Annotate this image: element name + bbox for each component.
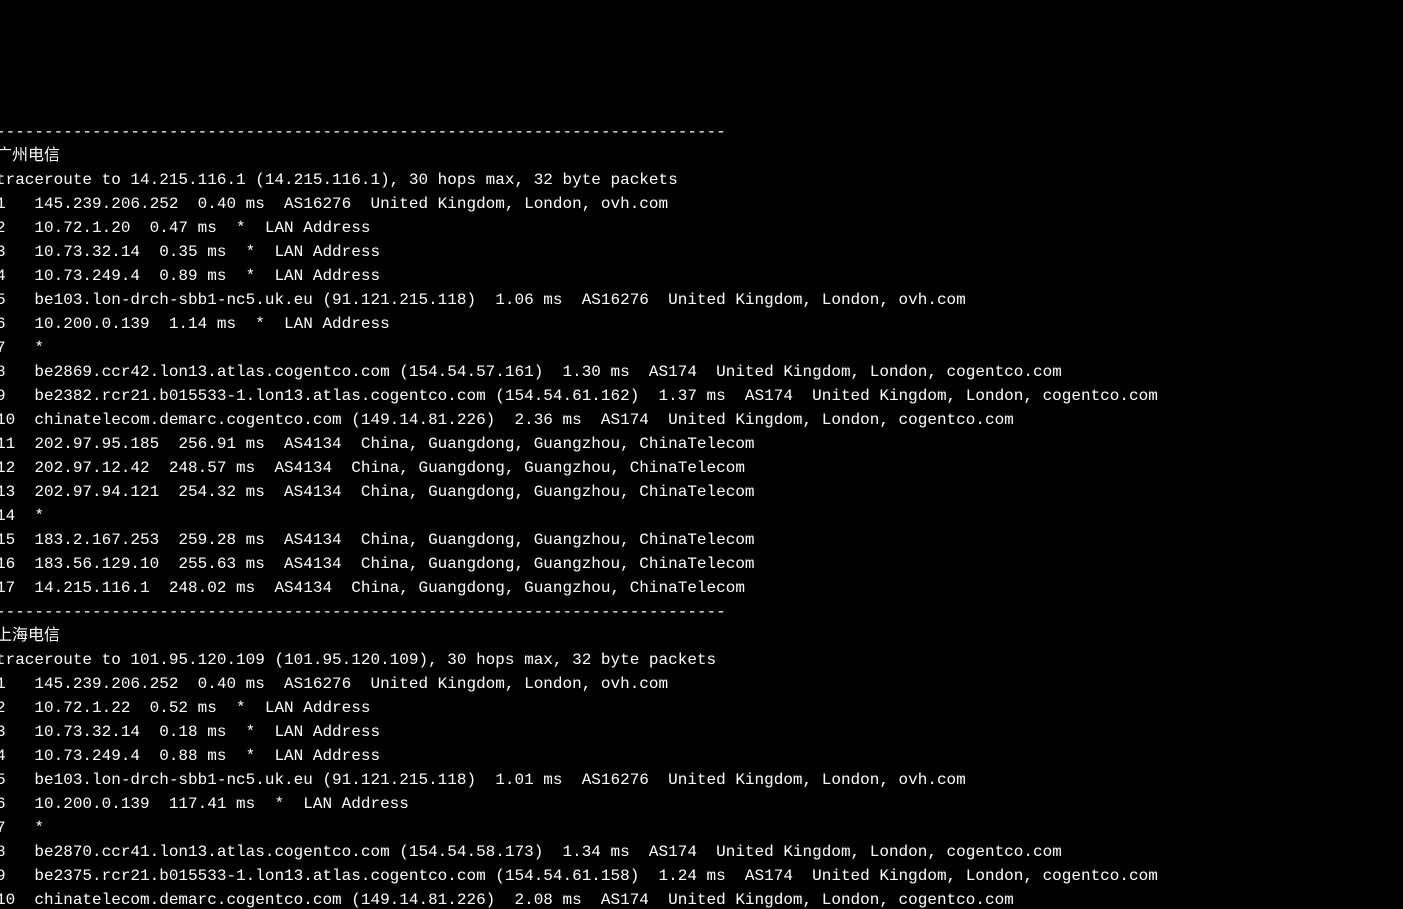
traceroute-hop: 5 be103.lon-drch-sbb1-nc5.uk.eu (91.121.…: [0, 288, 1399, 312]
traceroute-hop: 4 10.73.249.4 0.89 ms * LAN Address: [0, 264, 1399, 288]
traceroute-hop: 4 10.73.249.4 0.88 ms * LAN Address: [0, 744, 1399, 768]
traceroute-hop: 3 10.73.32.14 0.35 ms * LAN Address: [0, 240, 1399, 264]
traceroute-command: traceroute to 14.215.116.1 (14.215.116.1…: [0, 168, 1399, 192]
traceroute-hop: 11 202.97.95.185 256.91 ms AS4134 China,…: [0, 432, 1399, 456]
divider: ----------------------------------------…: [0, 120, 1399, 144]
traceroute-title: 广州电信: [0, 144, 1399, 168]
traceroute-hop: 12 202.97.12.42 248.57 ms AS4134 China, …: [0, 456, 1399, 480]
traceroute-hop: 1 145.239.206.252 0.40 ms AS16276 United…: [0, 672, 1399, 696]
traceroute-hop: 10 chinatelecom.demarc.cogentco.com (149…: [0, 408, 1399, 432]
traceroute-hop: 9 be2375.rcr21.b015533-1.lon13.atlas.cog…: [0, 864, 1399, 888]
traceroute-hop: 2 10.72.1.20 0.47 ms * LAN Address: [0, 216, 1399, 240]
traceroute-command: traceroute to 101.95.120.109 (101.95.120…: [0, 648, 1399, 672]
traceroute-hop: 2 10.72.1.22 0.52 ms * LAN Address: [0, 696, 1399, 720]
traceroute-hop: 14 *: [0, 504, 1399, 528]
divider: ----------------------------------------…: [0, 600, 1399, 624]
traceroute-title: 上海电信: [0, 624, 1399, 648]
traceroute-hop: 6 10.200.0.139 117.41 ms * LAN Address: [0, 792, 1399, 816]
traceroute-hop: 15 183.2.167.253 259.28 ms AS4134 China,…: [0, 528, 1399, 552]
traceroute-hop: 7 *: [0, 816, 1399, 840]
traceroute-hop: 17 14.215.116.1 248.02 ms AS4134 China, …: [0, 576, 1399, 600]
traceroute-hop: 10 chinatelecom.demarc.cogentco.com (149…: [0, 888, 1399, 909]
traceroute-hop: 8 be2869.ccr42.lon13.atlas.cogentco.com …: [0, 360, 1399, 384]
traceroute-hop: 9 be2382.rcr21.b015533-1.lon13.atlas.cog…: [0, 384, 1399, 408]
traceroute-hop: 8 be2870.ccr41.lon13.atlas.cogentco.com …: [0, 840, 1399, 864]
traceroute-hop: 3 10.73.32.14 0.18 ms * LAN Address: [0, 720, 1399, 744]
traceroute-hop: 5 be103.lon-drch-sbb1-nc5.uk.eu (91.121.…: [0, 768, 1399, 792]
traceroute-hop: 6 10.200.0.139 1.14 ms * LAN Address: [0, 312, 1399, 336]
traceroute-hop: 13 202.97.94.121 254.32 ms AS4134 China,…: [0, 480, 1399, 504]
traceroute-hop: 7 *: [0, 336, 1399, 360]
traceroute-hop: 16 183.56.129.10 255.63 ms AS4134 China,…: [0, 552, 1399, 576]
terminal-output[interactable]: ----------------------------------------…: [0, 120, 1399, 909]
traceroute-hop: 1 145.239.206.252 0.40 ms AS16276 United…: [0, 192, 1399, 216]
